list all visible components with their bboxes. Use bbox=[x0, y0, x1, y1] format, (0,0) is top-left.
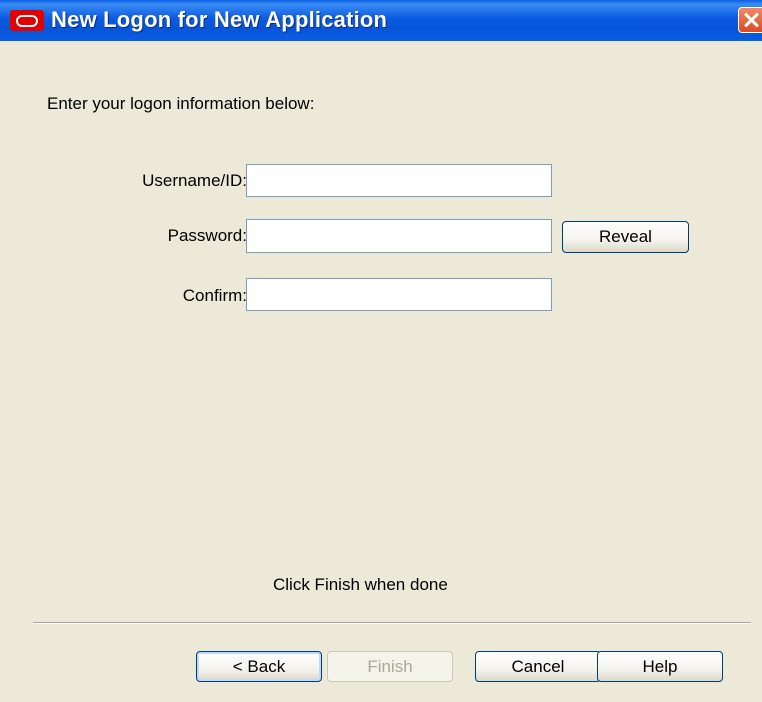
footer-separator bbox=[33, 622, 751, 624]
username-label: Username/ID: bbox=[142, 171, 247, 190]
window-title: New Logon for New Application bbox=[51, 7, 388, 32]
help-button[interactable]: Help bbox=[597, 651, 723, 682]
close-icon[interactable] bbox=[738, 7, 762, 33]
title-bar[interactable]: New Logon for New Application bbox=[0, 0, 762, 41]
confirm-field[interactable] bbox=[246, 278, 552, 311]
password-label: Password: bbox=[167, 226, 247, 245]
confirm-label: Confirm: bbox=[182, 286, 247, 305]
finish-hint-text: Click Finish when done bbox=[273, 575, 448, 594]
dialog-window: New Logon for New Application Enter your… bbox=[0, 0, 762, 702]
instructions-text: Enter your logon information below: bbox=[47, 94, 315, 113]
username-field[interactable] bbox=[246, 164, 552, 197]
oracle-logo-icon bbox=[10, 10, 44, 31]
password-field[interactable] bbox=[246, 219, 552, 253]
cancel-button[interactable]: Cancel bbox=[475, 651, 601, 682]
finish-button[interactable]: Finish bbox=[327, 651, 453, 682]
reveal-button[interactable]: Reveal bbox=[562, 221, 689, 253]
back-button[interactable]: < Back bbox=[196, 651, 322, 682]
